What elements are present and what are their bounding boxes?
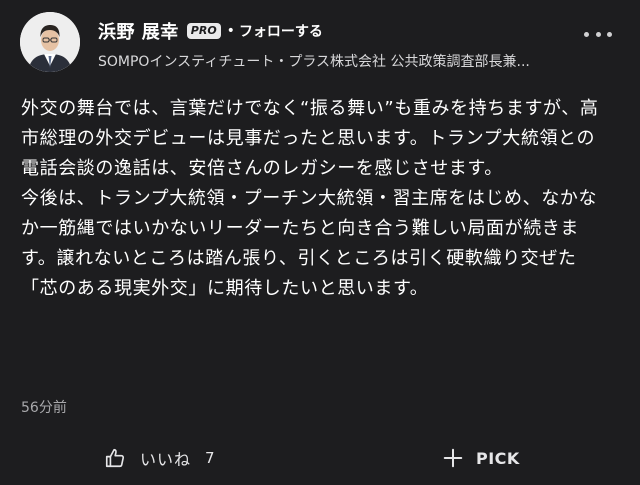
author-name-row: 浜野 展幸 PRO • フォローする xyxy=(98,18,323,44)
like-count: 7 xyxy=(205,449,215,467)
more-dot xyxy=(607,31,612,37)
like-button[interactable]: いいね 7 xyxy=(104,444,215,472)
avatar-portrait xyxy=(20,12,80,72)
pick-button[interactable]: PICK xyxy=(442,444,520,472)
author-affiliation: SOMPOインスティチュート・プラス株式会社 公共政策調査部長兼... xyxy=(98,54,530,70)
comment-header: 浜野 展幸 PRO • フォローする SOMPOインスティチュート・プラス株式会… xyxy=(20,12,620,76)
comment-timestamp: 56分前 xyxy=(21,400,67,416)
more-dot xyxy=(584,31,589,37)
pick-label: PICK xyxy=(476,448,520,468)
author-name[interactable]: 浜野 展幸 xyxy=(98,18,179,44)
like-label: いいね xyxy=(140,450,192,469)
plus-icon xyxy=(443,448,463,468)
more-dot xyxy=(595,31,601,37)
comment-paragraph: 今後は、トランプ大統領・プーチン大統領・習主席をはじめ、なかなか一筋縄ではいかな… xyxy=(21,188,598,299)
comment-body: 外交の舞台では、言葉だけでなく“振る舞い”も重みを持ちますが、高市総理の外交デビ… xyxy=(21,94,601,304)
action-bar: いいね 7 PICK xyxy=(0,440,640,476)
avatar[interactable] xyxy=(20,12,80,72)
comment-paragraph: 外交の舞台では、言葉だけでなく“振る舞い”も重みを持ちますが、高市総理の外交デビ… xyxy=(21,98,599,179)
more-horizontal-icon[interactable] xyxy=(584,26,612,42)
thumbs-up-icon xyxy=(105,448,125,468)
follow-button[interactable]: フォローする xyxy=(239,21,323,41)
separator-dot: • xyxy=(226,23,235,39)
comment-card: 浜野 展幸 PRO • フォローする SOMPOインスティチュート・プラス株式会… xyxy=(0,0,640,485)
pro-badge: PRO xyxy=(186,23,221,39)
